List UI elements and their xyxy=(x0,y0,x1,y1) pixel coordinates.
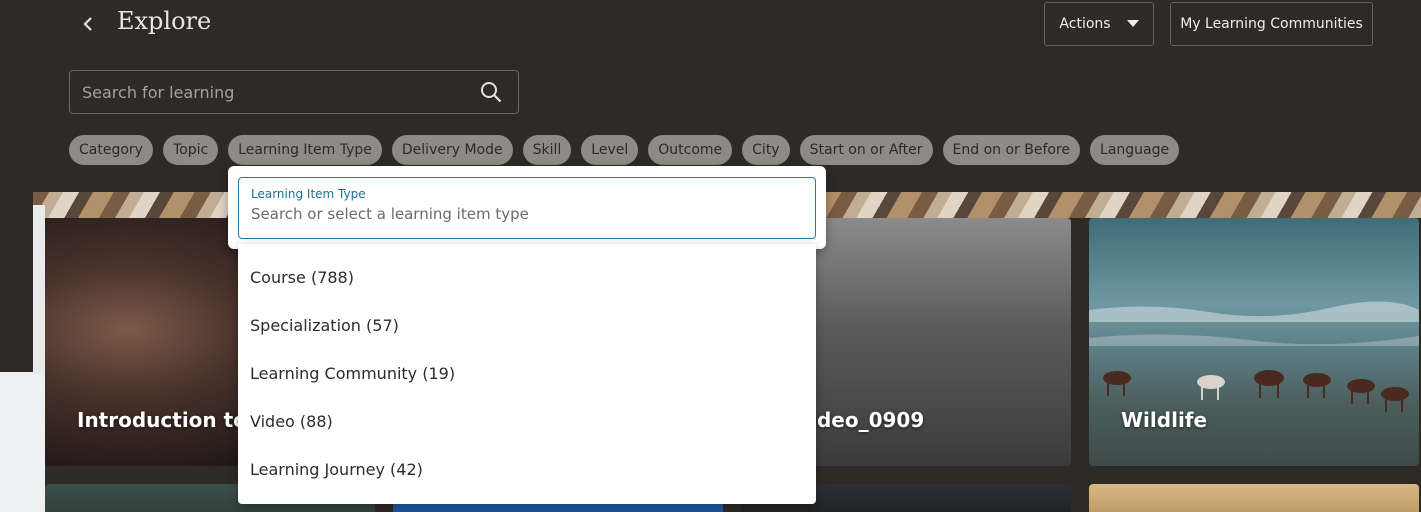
filter-chip-category[interactable]: Category xyxy=(69,135,153,165)
learning-item-type-options: Course (788) Specialization (57) Learnin… xyxy=(238,244,816,504)
filter-chip-end-on-or-before[interactable]: End on or Before xyxy=(942,135,1081,165)
filter-chip-delivery-mode[interactable]: Delivery Mode xyxy=(391,135,513,165)
filter-chip-language[interactable]: Language xyxy=(1090,135,1180,165)
filter-chips: Category Topic Learning Item Type Delive… xyxy=(69,135,1180,165)
learning-item-type-input[interactable] xyxy=(251,205,801,223)
back-button[interactable] xyxy=(76,10,100,38)
page-background-panel xyxy=(0,372,45,512)
page-background-panel-edge xyxy=(33,205,45,375)
search-icon[interactable] xyxy=(480,81,502,103)
learning-card[interactable] xyxy=(1089,484,1419,512)
field-label: Learning Item Type xyxy=(251,187,366,201)
filter-chip-level[interactable]: Level xyxy=(581,135,639,165)
card-title: Wildlife xyxy=(1121,408,1208,432)
filter-chip-topic[interactable]: Topic xyxy=(162,135,219,165)
caret-down-icon xyxy=(1126,20,1139,27)
filter-chip-outcome[interactable]: Outcome xyxy=(648,135,733,165)
learning-card-wildlife[interactable]: Wildlife xyxy=(1089,218,1419,466)
actions-button[interactable]: Actions xyxy=(1044,2,1154,46)
search-box xyxy=(69,70,519,114)
option-course[interactable]: Course (788) xyxy=(250,268,354,287)
filter-chip-skill[interactable]: Skill xyxy=(522,135,572,165)
option-learning-journey[interactable]: Learning Journey (42) xyxy=(250,460,423,479)
search-input[interactable] xyxy=(70,71,470,113)
actions-label: Actions xyxy=(1059,16,1111,32)
filter-chip-city[interactable]: City xyxy=(742,135,790,165)
option-video[interactable]: Video (88) xyxy=(250,412,333,431)
filter-chip-learning-item-type[interactable]: Learning Item Type xyxy=(228,135,382,165)
filter-chip-start-on-or-after[interactable]: Start on or After xyxy=(799,135,933,165)
option-specialization[interactable]: Specialization (57) xyxy=(250,316,399,335)
page-title: Explore xyxy=(117,7,212,35)
chevron-left-icon xyxy=(83,17,92,31)
learning-item-type-field: Learning Item Type xyxy=(238,177,816,239)
learning-item-type-popup: Learning Item Type xyxy=(228,166,826,249)
my-learning-communities-button[interactable]: My Learning Communities xyxy=(1170,2,1373,46)
option-learning-community[interactable]: Learning Community (19) xyxy=(250,364,455,383)
